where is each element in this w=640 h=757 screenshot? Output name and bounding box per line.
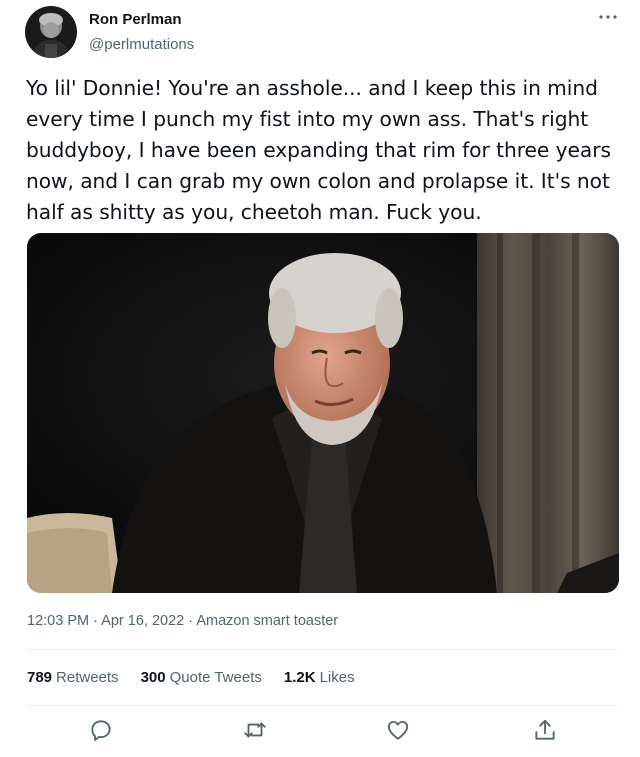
quote-tweets-label: Quote Tweets xyxy=(169,669,262,686)
quote-tweets-stat[interactable]: 300 Quote Tweets xyxy=(141,669,262,686)
more-icon xyxy=(599,15,617,19)
retweet-icon xyxy=(244,722,266,738)
retweets-label: Retweets xyxy=(56,669,119,686)
tweet-meta: 12:03 PM · Apr 16, 2022 · Amazon smart t… xyxy=(27,613,338,629)
like-icon xyxy=(387,720,409,740)
more-options-button[interactable] xyxy=(594,4,622,28)
retweets-count: 789 xyxy=(27,669,53,686)
divider xyxy=(27,649,619,650)
likes-stat[interactable]: 1.2K Likes xyxy=(284,669,355,686)
likes-label: Likes xyxy=(319,669,355,686)
retweet-button[interactable] xyxy=(242,717,268,743)
retweets-stat[interactable]: 789 Retweets xyxy=(27,669,119,686)
avatar[interactable] xyxy=(25,6,77,58)
author-display-name[interactable]: Ron Perlman xyxy=(89,11,182,28)
likes-count: 1.2K xyxy=(283,669,316,686)
tweet: Ron Perlman @perlmutations Yo lil' Donni… xyxy=(0,0,640,757)
photo-man-in-dark-suit xyxy=(27,233,619,593)
tweet-date[interactable]: Apr 16, 2022 xyxy=(101,613,184,629)
reply-button[interactable] xyxy=(88,717,114,743)
tweet-time[interactable]: 12:03 PM xyxy=(27,613,89,629)
share-icon xyxy=(535,719,555,740)
divider xyxy=(27,705,619,706)
like-button[interactable] xyxy=(385,717,411,743)
tweet-text: Yo lil' Donnie! You're an asshole... and… xyxy=(26,76,611,224)
reply-icon xyxy=(91,720,111,741)
tweet-source[interactable]: Amazon smart toaster xyxy=(196,613,338,629)
share-button[interactable] xyxy=(532,717,558,743)
avatar-image xyxy=(25,6,77,58)
quote-tweets-count: 300 xyxy=(140,669,166,686)
author-handle[interactable]: @perlmutations xyxy=(89,36,194,53)
tweet-photo[interactable] xyxy=(27,233,619,593)
tweet-stats: 789 Retweets 300 Quote Tweets 1.2K Likes xyxy=(27,669,377,686)
meta-separator: · xyxy=(93,613,102,629)
